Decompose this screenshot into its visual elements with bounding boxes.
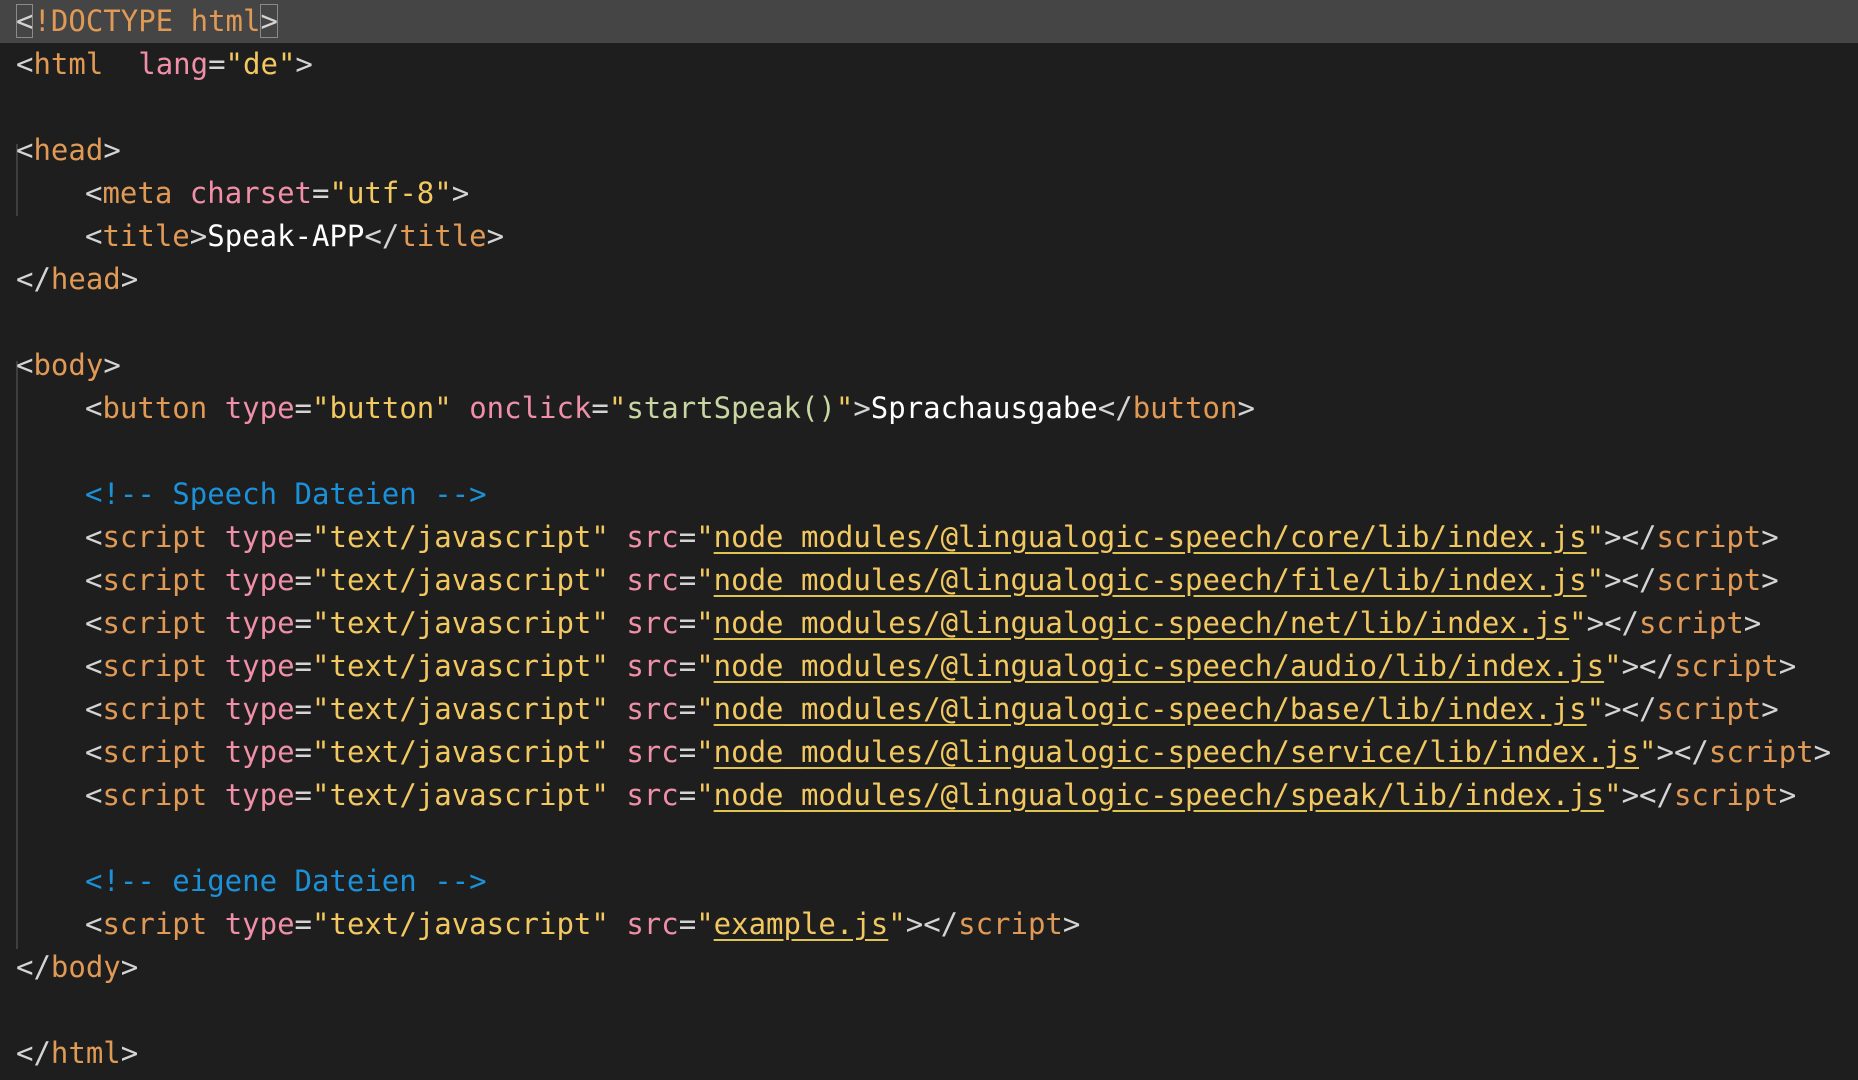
code-line-button[interactable]: <button type="button" onclick="startSpea… [0, 387, 1858, 430]
code-line-script[interactable]: <script type="text/javascript" src="node… [0, 731, 1858, 774]
attr-name: src [626, 606, 679, 640]
tag-name: head [50, 262, 121, 296]
attr-name: src [626, 520, 679, 554]
tag-name: script [102, 563, 208, 597]
src-link[interactable]: node_modules/@lingualogic-speech/audio/l… [714, 649, 1604, 683]
tag-name: script [1673, 778, 1779, 812]
button-text: Sprachausgabe [870, 391, 1098, 425]
src-link[interactable]: node_modules/@lingualogic-speech/core/li… [714, 520, 1587, 554]
code-line-script[interactable]: <script type="text/javascript" src="node… [0, 688, 1858, 731]
code-line-script[interactable]: <script type="text/javascript" src="node… [0, 516, 1858, 559]
attr-value: text/javascript [329, 735, 592, 769]
attr-value: text/javascript [329, 606, 592, 640]
attr-name: src [626, 735, 679, 769]
code-line-head-close[interactable]: </head> [0, 258, 1858, 301]
attr-name: src [626, 907, 679, 941]
attr-value: text/javascript [329, 520, 592, 554]
code-line-script[interactable]: <script type="text/javascript" src="node… [0, 645, 1858, 688]
tag-name: script [1639, 606, 1744, 640]
code-line-own-script[interactable]: <script type="text/javascript" src="exam… [0, 903, 1858, 946]
src-link[interactable]: node_modules/@lingualogic-speech/net/lib… [714, 606, 1570, 640]
src-link[interactable]: node_modules/@lingualogic-speech/base/li… [714, 692, 1587, 726]
code-line-head-open[interactable]: <head> [0, 129, 1858, 172]
attr-name: src [626, 563, 679, 597]
attr-name: type [224, 778, 295, 812]
onclick-value: startSpeak() [626, 391, 836, 425]
src-link[interactable]: node_modules/@lingualogic-speech/speak/l… [714, 778, 1604, 812]
src-link[interactable]: node_modules/@lingualogic-speech/service… [714, 735, 1639, 769]
attr-name: type [224, 520, 295, 554]
attr-value: button [329, 391, 435, 425]
code-line-html-open[interactable]: <html lang="de"> [0, 43, 1858, 86]
tag-name: body [50, 950, 121, 984]
tag-name: script [102, 778, 208, 812]
code-comment: <!-- Speech Dateien --> [85, 477, 487, 511]
attr-value: text/javascript [329, 649, 592, 683]
attr-value: text/javascript [329, 907, 592, 941]
tag-name: meta [102, 176, 173, 210]
tag-name: body [33, 348, 104, 382]
code-line-comment-own[interactable]: <!-- eigene Dateien --> [0, 860, 1858, 903]
tag-name: button [102, 391, 208, 425]
attr-name: type [224, 692, 295, 726]
tag-name: script [102, 735, 208, 769]
attr-name: type [224, 735, 295, 769]
attr-name: charset [189, 176, 312, 210]
code-line-script[interactable]: <script type="text/javascript" src="node… [0, 602, 1858, 645]
tag-name: script [1673, 649, 1779, 683]
tag-name: script [1708, 735, 1814, 769]
doctype-close-bracket: > [260, 4, 278, 38]
code-line-body-open[interactable]: <body> [0, 344, 1858, 387]
code-line-html-close[interactable]: </html> [0, 1032, 1858, 1075]
attr-name: type [224, 907, 295, 941]
code-line-script[interactable]: <script type="text/javascript" src="node… [0, 559, 1858, 602]
tag-name: script [1656, 692, 1762, 726]
src-link[interactable]: example.js [714, 907, 889, 941]
tag-name: script [1656, 563, 1762, 597]
attr-name: type [224, 606, 295, 640]
code-line-script[interactable]: <script type="text/javascript" src="node… [0, 774, 1858, 817]
code-line-comment-speech[interactable]: <!-- Speech Dateien --> [0, 473, 1858, 516]
tag-name: button [1132, 391, 1238, 425]
code-line-title[interactable]: <title>Speak-APP</title> [0, 215, 1858, 258]
code-comment: <!-- eigene Dateien --> [85, 864, 487, 898]
attr-name: src [626, 778, 679, 812]
attr-value: text/javascript [329, 778, 592, 812]
doctype-keyword: !DOCTYPE html [33, 4, 261, 38]
attr-name: src [626, 692, 679, 726]
tag-name: script [102, 520, 208, 554]
attr-value: de [243, 47, 278, 81]
attr-name: type [224, 391, 295, 425]
attr-name: lang [138, 47, 209, 81]
attr-value: text/javascript [329, 692, 592, 726]
tag-name: script [102, 907, 208, 941]
tag-name: head [33, 133, 104, 167]
code-line-meta[interactable]: <meta charset="utf-8"> [0, 172, 1858, 215]
doctype-open-bracket: < [16, 4, 34, 38]
attr-name: onclick [469, 391, 592, 425]
code-line-doctype[interactable]: <!DOCTYPE html> [0, 0, 1858, 43]
code-line-body-close[interactable]: </body> [0, 946, 1858, 989]
tag-name: title [399, 219, 487, 253]
src-link[interactable]: node_modules/@lingualogic-speech/file/li… [714, 563, 1587, 597]
attr-value: text/javascript [329, 563, 592, 597]
attr-value: utf-8 [346, 176, 435, 210]
tag-name: script [102, 692, 208, 726]
title-text: Speak-APP [207, 219, 365, 253]
tag-name: html [50, 1036, 121, 1070]
tag-name: script [102, 649, 208, 683]
tag-name: script [102, 606, 208, 640]
code-editor[interactable]: <!DOCTYPE html> <html lang="de"> <head> … [0, 0, 1858, 1080]
tag-name: script [1656, 520, 1762, 554]
tag-name: html [33, 47, 104, 81]
attr-name: type [224, 649, 295, 683]
tag-name: script [958, 907, 1063, 941]
attr-name: src [626, 649, 679, 683]
tag-name: title [102, 219, 190, 253]
attr-name: type [224, 563, 295, 597]
